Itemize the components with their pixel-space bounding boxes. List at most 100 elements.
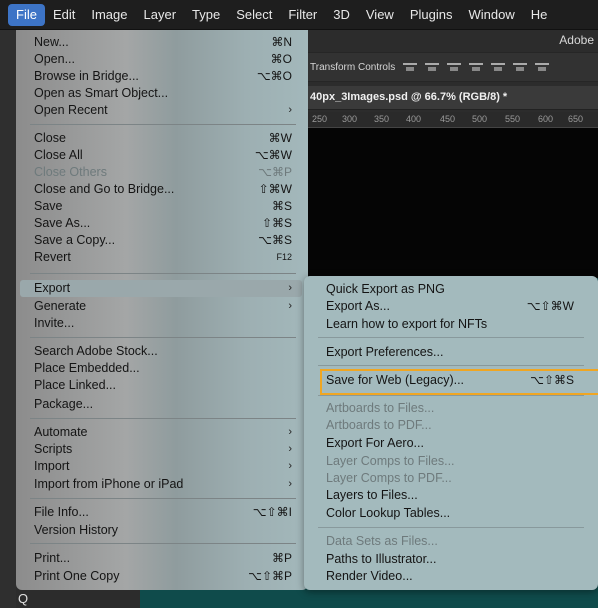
menu-item-shortcut: F12 <box>276 252 292 262</box>
menu-item-label: New... <box>34 35 69 49</box>
menu-item-paths-to-illustrator[interactable]: Paths to Illustrator... <box>326 551 574 568</box>
menu-item-export-for-aero[interactable]: Export For Aero... <box>326 435 574 452</box>
horizontal-ruler: 250 300 350 400 450 500 550 600 650 <box>300 112 598 128</box>
menu-item-layers-to-files[interactable]: Layers to Files... <box>326 487 574 504</box>
menu-file[interactable]: File <box>8 3 45 26</box>
transform-controls-label[interactable]: Transform Controls <box>310 62 395 73</box>
menu-item-close[interactable]: Close ⌘W <box>34 130 292 147</box>
menu-item-open-as-smart-object[interactable]: Open as Smart Object... <box>34 85 292 102</box>
ruler-tick: 300 <box>342 114 358 124</box>
menu-item-label: Generate <box>34 299 87 313</box>
ruler-tick: 600 <box>538 114 554 124</box>
menu-item-shortcut: ⌥⌘O <box>256 69 292 83</box>
menu-item-export[interactable]: Export › <box>20 280 302 297</box>
align-bottom-icon[interactable] <box>535 61 550 73</box>
menu-item-save-as[interactable]: Save As... ⇧⌘S <box>34 215 292 232</box>
menu-item-import-from-iphone[interactable]: Import from iPhone or iPad › <box>34 476 292 493</box>
menu-divider <box>30 337 296 338</box>
menu-item-shortcut: ⌥⌘P <box>258 165 292 179</box>
menu-item-place-embedded[interactable]: Place Embedded... <box>34 360 292 377</box>
ruler-tick: 250 <box>312 114 328 124</box>
menu-item-print[interactable]: Print... ⌘P <box>34 550 292 567</box>
menu-item-color-lookup-tables[interactable]: Color Lookup Tables... <box>326 505 574 522</box>
align-center-icon[interactable] <box>425 61 440 73</box>
menu-item-shortcut: ⇧⌘W <box>258 182 292 196</box>
distribute-icon[interactable] <box>469 61 484 73</box>
align-top-icon[interactable] <box>491 61 506 73</box>
menu-item-export-preferences[interactable]: Export Preferences... <box>326 344 574 361</box>
menu-item-import[interactable]: Import › <box>34 458 292 475</box>
chevron-right-icon: › <box>288 104 292 116</box>
menu-item-label: Search Adobe Stock... <box>34 344 158 358</box>
highlight-outline <box>320 369 598 395</box>
menu-item-search-adobe-stock[interactable]: Search Adobe Stock... <box>34 343 292 360</box>
menu-item-label: Open... <box>34 52 75 66</box>
menu-item-file-info[interactable]: File Info... ⌥⇧⌘I <box>34 504 292 521</box>
menu-help[interactable]: He <box>523 4 556 26</box>
chevron-right-icon: › <box>288 460 292 472</box>
menu-divider <box>30 418 296 419</box>
menu-item-place-linked[interactable]: Place Linked... <box>34 377 292 394</box>
menu-filter[interactable]: Filter <box>280 4 325 26</box>
menu-item-label: Render Video... <box>326 569 413 583</box>
menu-item-scripts[interactable]: Scripts › <box>34 441 292 458</box>
menu-item-label: Open Recent <box>34 103 108 117</box>
chevron-right-icon: › <box>288 478 292 490</box>
menu-item-artboards-to-pdf: Artboards to PDF... <box>326 417 574 434</box>
menu-item-print-one-copy[interactable]: Print One Copy ⌥⇧⌘P <box>34 568 292 585</box>
menu-item-save-a-copy[interactable]: Save a Copy... ⌥⌘S <box>34 232 292 249</box>
menu-item-render-video[interactable]: Render Video... <box>326 568 574 585</box>
menu-item-label: Export For Aero... <box>326 436 424 450</box>
ruler-tick: 350 <box>374 114 390 124</box>
menu-item-open-recent[interactable]: Open Recent › <box>34 102 292 119</box>
menu-3d[interactable]: 3D <box>325 4 358 26</box>
ruler-tick: 450 <box>440 114 456 124</box>
menu-bar: File Edit Image Layer Type Select Filter… <box>0 0 598 30</box>
menu-item-save[interactable]: Save ⌘S <box>34 198 292 215</box>
align-right-icon[interactable] <box>447 61 462 73</box>
menu-item-shortcut: ⌘N <box>271 35 292 49</box>
menu-type[interactable]: Type <box>184 4 228 26</box>
menu-item-shortcut: ⌘S <box>271 199 292 213</box>
menu-window[interactable]: Window <box>460 4 522 26</box>
menu-plugins[interactable]: Plugins <box>402 4 461 26</box>
menu-item-close-and-go-to-bridge[interactable]: Close and Go to Bridge... ⇧⌘W <box>34 181 292 198</box>
menu-item-label: Package... <box>34 397 94 411</box>
search-icon[interactable]: Q <box>18 591 28 606</box>
menu-item-open[interactable]: Open... ⌘O <box>34 51 292 68</box>
menu-item-export-as[interactable]: Export As... ⌥⇧⌘W <box>326 298 574 315</box>
menu-divider <box>30 543 296 544</box>
menu-item-data-sets-as-files: Data Sets as Files... <box>326 533 574 550</box>
menu-select[interactable]: Select <box>228 4 280 26</box>
menu-item-package[interactable]: Package... <box>34 396 292 413</box>
menu-item-revert[interactable]: Revert F12 <box>34 249 292 266</box>
menu-item-shortcut: ⇧⌘S <box>261 216 292 230</box>
menu-item-label: Import from iPhone or iPad <box>34 477 184 491</box>
menu-item-new[interactable]: New... ⌘N <box>34 34 292 51</box>
menu-item-close-others: Close Others ⌥⌘P <box>34 164 292 181</box>
align-middle-icon[interactable] <box>513 61 528 73</box>
menu-item-generate[interactable]: Generate › <box>34 298 292 315</box>
menu-item-quick-export-png[interactable]: Quick Export as PNG <box>326 281 574 298</box>
menu-item-automate[interactable]: Automate › <box>34 424 292 441</box>
menu-item-invite[interactable]: Invite... <box>34 315 292 332</box>
menu-layer[interactable]: Layer <box>136 4 185 26</box>
menu-item-learn-nfts[interactable]: Learn how to export for NFTs <box>326 316 574 333</box>
menu-view[interactable]: View <box>358 4 402 26</box>
menu-item-layer-comps-to-pdf: Layer Comps to PDF... <box>326 470 574 487</box>
menu-divider <box>318 337 584 338</box>
chevron-right-icon: › <box>288 426 292 438</box>
menu-image[interactable]: Image <box>83 4 135 26</box>
menu-item-label: Save a Copy... <box>34 233 116 247</box>
menu-item-browse-in-bridge[interactable]: Browse in Bridge... ⌥⌘O <box>34 68 292 85</box>
menu-item-version-history[interactable]: Version History <box>34 522 292 539</box>
menu-item-label: Place Embedded... <box>34 361 140 375</box>
menu-item-label: Import <box>34 459 70 473</box>
menu-edit[interactable]: Edit <box>45 4 83 26</box>
menu-item-close-all[interactable]: Close All ⌥⌘W <box>34 147 292 164</box>
menu-item-label: Place Linked... <box>34 378 116 392</box>
document-tab[interactable]: 40px_3Images.psd @ 66.7% (RGB/8) * <box>300 86 598 110</box>
align-left-icon[interactable] <box>403 61 418 73</box>
menu-item-label: Automate <box>34 425 88 439</box>
canvas-area[interactable] <box>300 128 598 278</box>
